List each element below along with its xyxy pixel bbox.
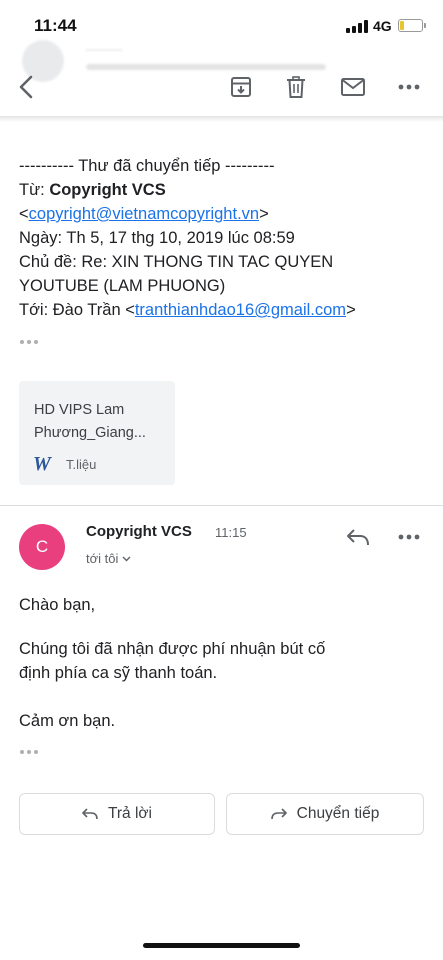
subject-label: Chủ đề: (19, 253, 77, 271)
forwarded-date: Ngày: Th 5, 17 thg 10, 2019 lúc 08:59 (19, 226, 356, 250)
signal-icon (346, 20, 368, 33)
forwarded-header: ---------- Thư đã chuyển tiếp --------- (19, 157, 275, 175)
message-thanks: Cảm ơn bạn. (19, 712, 116, 730)
battery-icon (398, 19, 426, 32)
message-time: 11:15 (215, 525, 247, 540)
to-email-close: > (346, 301, 356, 319)
word-doc-icon: W (33, 453, 51, 475)
date-label: Ngày: (19, 229, 63, 247)
recipient-label: tới tôi (86, 551, 119, 566)
attachment-name-line1: HD VIPS Lam (34, 402, 125, 418)
archive-icon[interactable] (224, 70, 258, 104)
attachment-name: HD VIPS Lam Phương_Giang... (34, 399, 146, 445)
to-email-link[interactable]: tranthianhdao16@gmail.com (135, 301, 346, 319)
back-arrow-icon[interactable] (10, 70, 44, 104)
recipient-toggle[interactable]: tới tôi (86, 551, 131, 566)
sender-name: Copyright VCS (86, 523, 192, 540)
header-shadow (0, 116, 443, 122)
chevron-down-icon (122, 556, 131, 561)
attachment-card[interactable]: HD VIPS Lam Phương_Giang... W T.liệu (19, 381, 175, 485)
forward-button[interactable]: Chuyển tiếp (226, 793, 424, 835)
date-value: Th 5, 17 thg 10, 2019 lúc 08:59 (66, 229, 295, 247)
toolbar (0, 62, 443, 114)
trash-icon[interactable] (279, 70, 313, 104)
from-email-close: > (259, 205, 269, 223)
reply-button[interactable]: Trả lời (19, 793, 215, 835)
reply-icon (82, 808, 98, 820)
mail-icon[interactable] (336, 70, 370, 104)
message-more-icon[interactable] (392, 520, 426, 554)
forward-button-label: Chuyển tiếp (296, 805, 380, 822)
reply-button-label: Trả lời (107, 805, 153, 822)
forwarded-from-email: <copyright@vietnamcopyright.vn> (19, 202, 356, 226)
home-indicator[interactable] (143, 943, 300, 948)
forward-icon (270, 808, 287, 820)
expand-quoted-icon[interactable] (20, 340, 38, 344)
from-email-open: < (19, 205, 29, 223)
message-greeting: Chào bạn, (19, 596, 96, 614)
reply-icon[interactable] (341, 520, 375, 554)
attachment-type: T.liệu (66, 457, 97, 472)
from-name: Copyright VCS (49, 181, 166, 199)
attachment-name-line2: Phương_Giang... (34, 425, 146, 441)
forwarded-message: ---------- Thư đã chuyển tiếp --------- … (19, 154, 356, 322)
to-name: Đào Trần < (52, 301, 135, 319)
avatar[interactable]: C (19, 524, 65, 570)
to-label: Tới: (19, 301, 49, 319)
forwarded-subject-continued: YOUTUBE (LAM PHUONG) (19, 277, 226, 295)
message-divider (0, 505, 443, 506)
from-label: Từ: (19, 181, 45, 199)
forwarded-to: Tới: Đào Trần <tranthianhdao16@gmail.com… (19, 298, 356, 322)
message-body-line1: Chúng tôi đã nhận được phí nhuận bút cố (19, 640, 326, 658)
forwarded-from: Từ: Copyright VCS (19, 178, 356, 202)
subject-value: Re: XIN THONG TIN TAC QUYEN (81, 253, 334, 271)
forwarded-subject: Chủ đề: Re: XIN THONG TIN TAC QUYEN (19, 250, 356, 274)
show-trimmed-icon[interactable] (20, 750, 38, 754)
from-email-link[interactable]: copyright@vietnamcopyright.vn (29, 205, 259, 223)
network-label: 4G (373, 18, 392, 34)
message-body-line2: định phía ca sỹ thanh toán. (19, 664, 218, 682)
more-icon[interactable] (392, 70, 426, 104)
message-body: Chúng tôi đã nhận được phí nhuận bút cố … (19, 637, 325, 685)
status-time: 11:44 (34, 16, 77, 35)
